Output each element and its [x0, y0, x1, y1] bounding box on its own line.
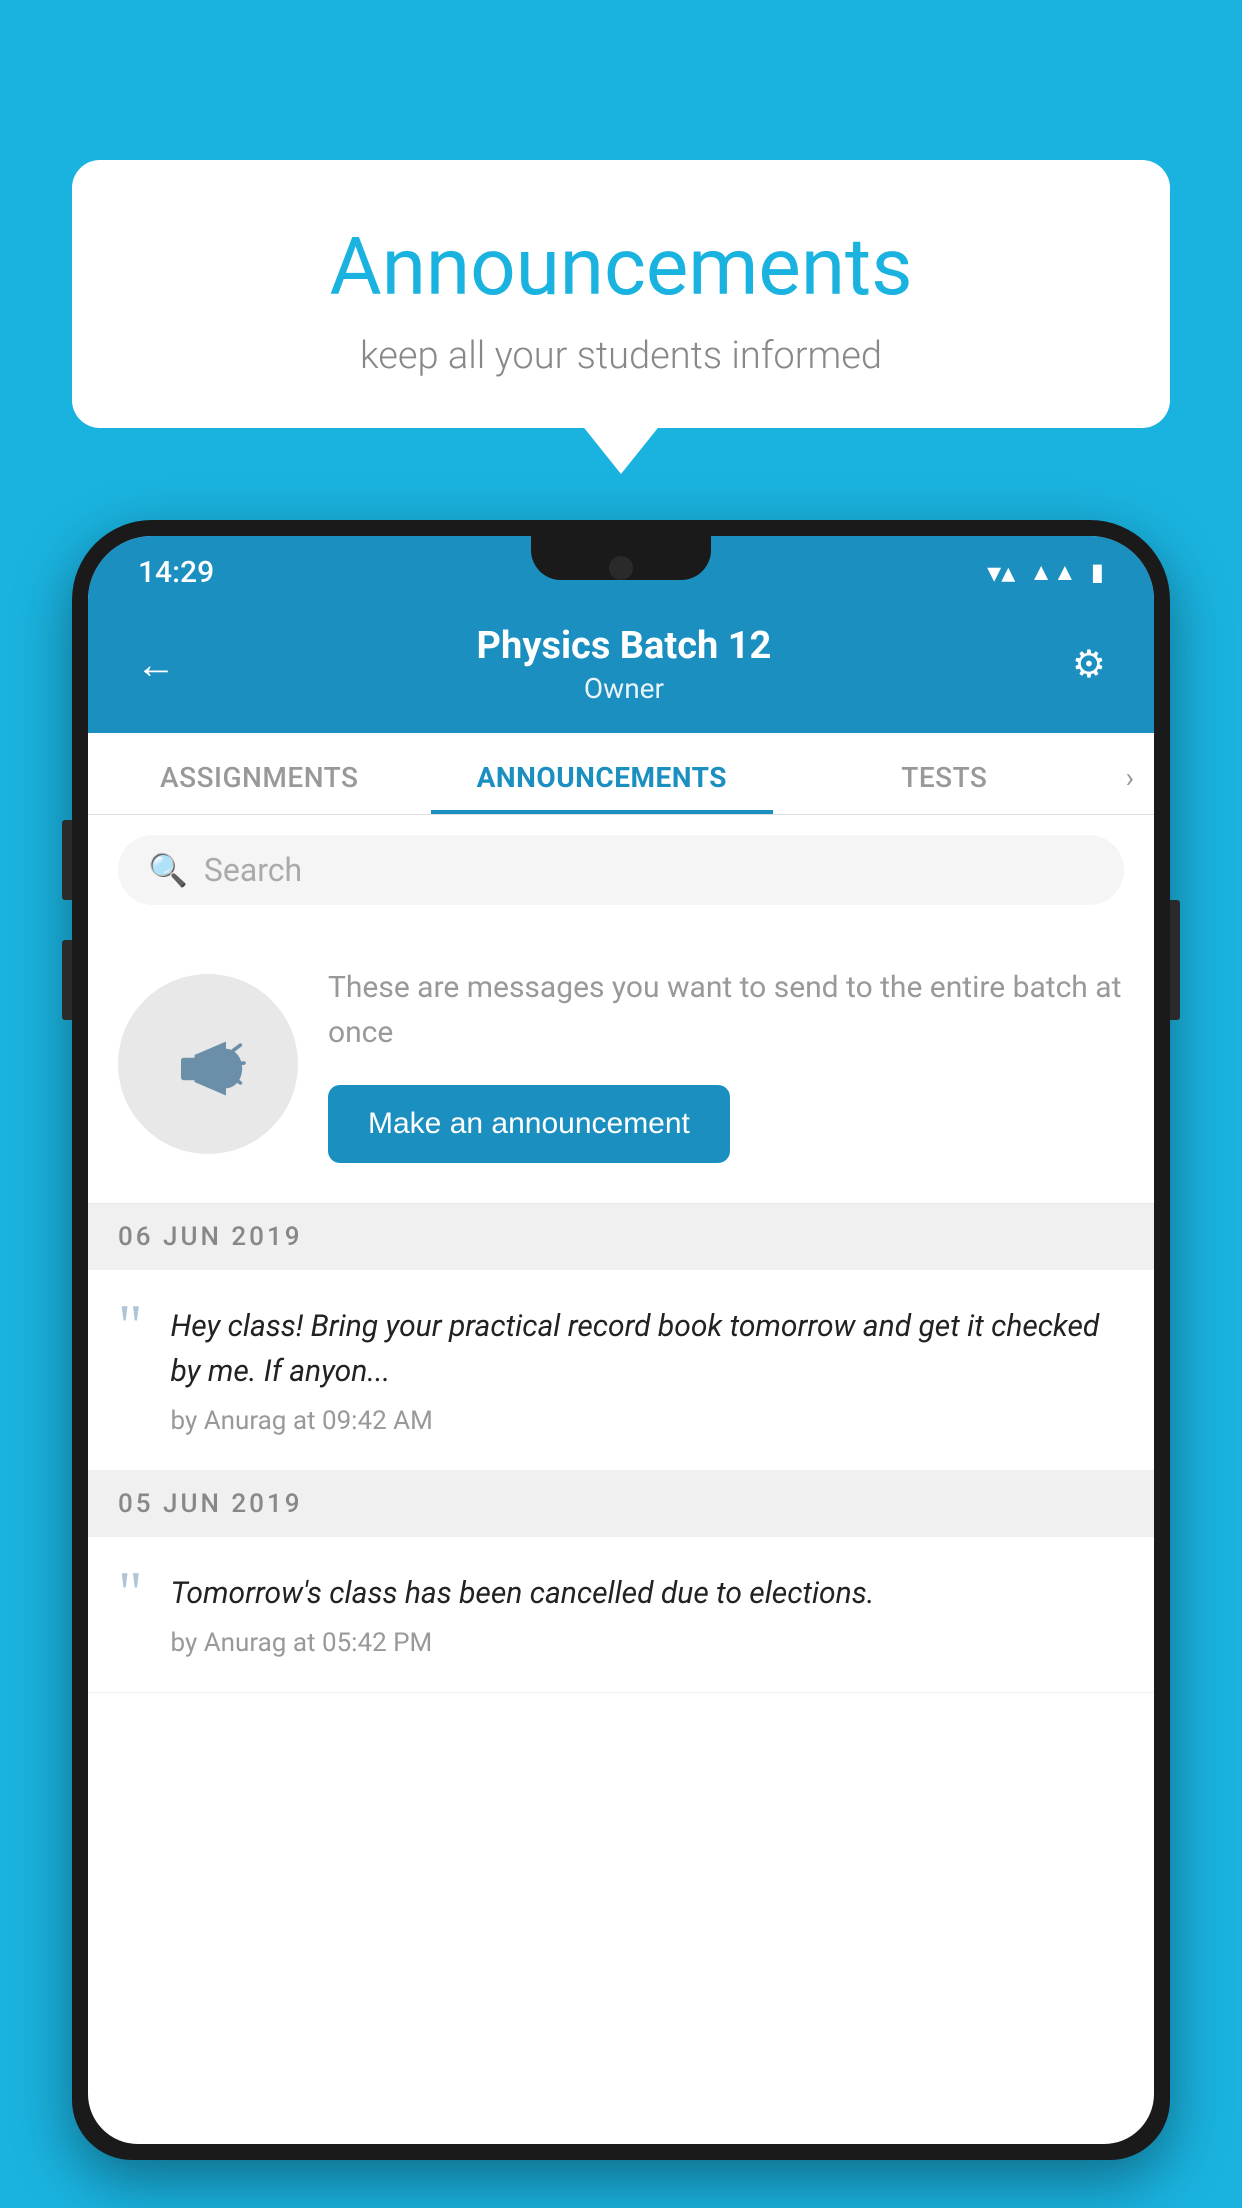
tab-assignments[interactable]: ASSIGNMENTS — [88, 733, 431, 814]
announcement-text-2: Tomorrow's class has been cancelled due … — [171, 1571, 1125, 1616]
status-time: 14:29 — [138, 555, 214, 590]
phone-frame: 14:29 ▾▴ ▲▲ ▮ ← Physics Batch 12 Owner ⚙… — [72, 520, 1170, 2160]
tab-more[interactable]: › — [1116, 733, 1154, 814]
search-icon: 🔍 — [148, 851, 188, 889]
megaphone-icon — [163, 1019, 253, 1109]
phone-screen: 14:29 ▾▴ ▲▲ ▮ ← Physics Batch 12 Owner ⚙… — [88, 536, 1154, 2144]
speech-bubble-title: Announcements — [152, 220, 1090, 314]
volume-down-button — [62, 940, 72, 1020]
quote-icon-1: " — [118, 1296, 143, 1356]
search-container: 🔍 Search — [88, 815, 1154, 925]
announcement-empty-right: These are messages you want to send to t… — [328, 965, 1124, 1163]
speech-bubble-subtitle: keep all your students informed — [152, 334, 1090, 378]
tab-tests[interactable]: TESTS — [773, 733, 1116, 814]
header-subtitle: Owner — [477, 672, 772, 705]
app-header: ← Physics Batch 12 Owner ⚙ — [88, 600, 1154, 733]
speech-bubble-section: Announcements keep all your students inf… — [72, 160, 1170, 428]
announcement-empty-description: These are messages you want to send to t… — [328, 965, 1124, 1055]
tab-bar: ASSIGNMENTS ANNOUNCEMENTS TESTS › — [88, 733, 1154, 815]
announcement-content-1: Hey class! Bring your practical record b… — [171, 1304, 1125, 1436]
announcement-content-2: Tomorrow's class has been cancelled due … — [171, 1571, 1125, 1658]
announcement-item-2[interactable]: " Tomorrow's class has been cancelled du… — [88, 1537, 1154, 1693]
speech-bubble-card: Announcements keep all your students inf… — [72, 160, 1170, 428]
tab-announcements[interactable]: ANNOUNCEMENTS — [431, 733, 774, 814]
announcement-icon-circle — [118, 974, 298, 1154]
wifi-icon: ▾▴ — [987, 556, 1015, 589]
header-center: Physics Batch 12 Owner — [477, 624, 772, 705]
announcement-meta-2: by Anurag at 05:42 PM — [171, 1628, 1125, 1658]
phone-camera — [609, 556, 633, 580]
announcement-item-1[interactable]: " Hey class! Bring your practical record… — [88, 1270, 1154, 1471]
settings-button[interactable]: ⚙ — [1064, 634, 1114, 695]
make-announcement-button[interactable]: Make an announcement — [328, 1085, 730, 1163]
announcement-meta-1: by Anurag at 09:42 AM — [171, 1406, 1125, 1436]
date-separator-2: 05 JUN 2019 — [88, 1471, 1154, 1537]
quote-icon-2: " — [118, 1563, 143, 1623]
battery-icon: ▮ — [1091, 558, 1104, 586]
phone-notch — [531, 536, 711, 580]
announcement-empty-state: These are messages you want to send to t… — [88, 925, 1154, 1204]
header-title: Physics Batch 12 — [477, 624, 772, 668]
search-bar[interactable]: 🔍 Search — [118, 835, 1124, 905]
status-icons: ▾▴ ▲▲ ▮ — [987, 556, 1104, 589]
announcement-text-1: Hey class! Bring your practical record b… — [171, 1304, 1125, 1394]
volume-up-button — [62, 820, 72, 900]
power-button — [1170, 900, 1180, 1020]
back-button[interactable]: ← — [128, 633, 184, 696]
signal-icon: ▲▲ — [1029, 558, 1077, 587]
date-separator-1: 06 JUN 2019 — [88, 1204, 1154, 1270]
search-placeholder: Search — [204, 851, 302, 889]
phone-mockup: 14:29 ▾▴ ▲▲ ▮ ← Physics Batch 12 Owner ⚙… — [72, 520, 1170, 2208]
